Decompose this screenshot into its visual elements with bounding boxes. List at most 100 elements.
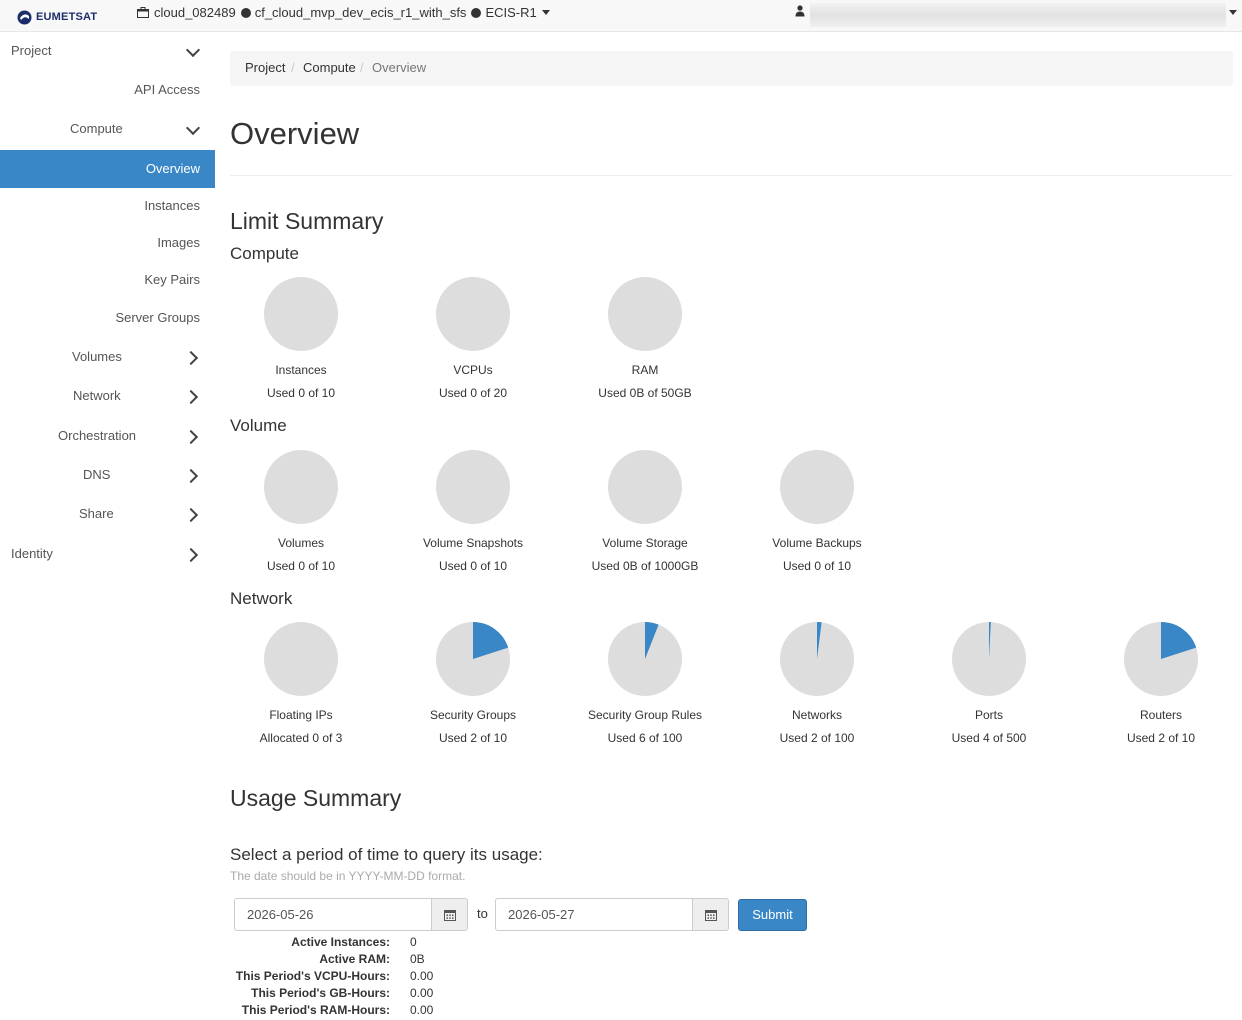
sidebar-item-volumes[interactable]: Volumes [0,338,215,376]
sidebar-item-identity[interactable]: Identity [0,535,215,573]
sidebar-item-instances[interactable]: Instances [0,187,215,225]
pie-label: Routers [1139,708,1183,722]
pie-background [264,622,338,696]
end-date-input[interactable] [495,898,692,931]
breadcrumb-separator: / [360,60,364,75]
pie-label: Volume Backups [772,536,862,550]
sidebar-item-label: Instances [144,198,200,213]
network-limits-heading: Network [230,589,293,608]
sidebar-item-share[interactable]: Share [0,495,215,533]
date-format-help: The date should be in YYYY-MM-DD format. [230,869,466,883]
pie-background [436,450,510,524]
stat-value: 0.00 [410,1003,434,1017]
page-title: Overview [230,116,360,151]
sidebar-item-label: Network [73,388,121,403]
project-context-dropdown[interactable]: cloud_082489 cf_cloud_mvp_dev_ecis_r1_wi… [137,5,550,20]
stat-row: Active Instances: 0 [230,935,630,952]
sidebar-item-network[interactable]: Network [0,377,215,415]
chevron-right-icon [183,507,199,523]
project-name: cf_cloud_mvp_dev_ecis_r1_with_sfs [254,5,467,20]
stat-value: 0.00 [410,986,434,1000]
user-menu[interactable] [795,5,805,17]
separator-dot-icon [240,7,251,18]
pie-ram: RAM Used 0B of 50GB [559,277,731,400]
redacted-username [810,3,1226,27]
stat-value: 0 [410,935,417,949]
sidebar-item-images[interactable]: Images [0,224,215,262]
pie-background [608,277,682,351]
sidebar-item-label: API Access [134,82,200,97]
pie-label: Volume Snapshots [422,536,524,550]
divider [230,175,1233,176]
breadcrumb-current: Overview [372,60,427,75]
pie-usage-text: Used 2 of 100 [779,731,855,745]
pie-chart [1124,622,1198,696]
brand-logo[interactable]: EUMETSAT [17,8,97,26]
separator-dot-icon [471,7,482,18]
pie-ports: Ports Used 4 of 500 [903,622,1075,745]
pie-chart [952,622,1026,696]
sidebar-item-label: Key Pairs [144,272,200,287]
sidebar-item-orchestration[interactable]: Orchestration [0,417,215,455]
pie-label: Security Group Rules [587,708,703,722]
pie-usage-text: Used 2 of 10 [1126,731,1196,745]
sidebar-item-label: Identity [11,546,53,561]
pie-usage-text: Used 4 of 500 [951,731,1027,745]
pie-volume-backups: Volume Backups Used 0 of 10 [731,450,903,573]
start-date-input[interactable] [234,898,431,931]
stat-row: This Period's VCPU-Hours: 0.00 [230,969,630,986]
pie-background [780,450,854,524]
stat-value: 0.00 [410,969,434,983]
pie-usage-text: Used 6 of 100 [607,731,683,745]
chevron-right-icon [183,547,199,563]
pie-volumes: Volumes Used 0 of 10 [215,450,387,573]
pie-label: Instances [275,363,327,377]
pie-usage-text: Allocated 0 of 3 [259,731,343,745]
end-date-group [495,898,729,931]
sidebar-item-key-pairs[interactable]: Key Pairs [0,261,215,299]
pie-label: Ports [974,708,1003,722]
pie-label: RAM [631,363,659,377]
pie-networks: Networks Used 2 of 100 [731,622,903,745]
pie-background [264,450,338,524]
chevron-right-icon [183,350,199,366]
brand-name: EUMETSAT [36,11,98,23]
stat-row: This Period's GB-Hours: 0.00 [230,986,630,1003]
sidebar-item-api-access[interactable]: API Access [0,71,215,109]
sidebar-item-dns[interactable]: DNS [0,456,215,494]
sidebar-item-label: Orchestration [58,428,137,443]
stat-value: 0B [410,952,425,966]
submit-button[interactable]: Submit [738,899,807,931]
calendar-icon [443,909,456,921]
pie-volume-storage: Volume Storage Used 0B of 1000GB [559,450,731,573]
sidebar-item-label: DNS [83,467,111,482]
pie-usage-text: Used 0B of 1000GB [591,559,699,573]
breadcrumb-compute-link[interactable]: Compute [303,60,356,75]
compute-limits-heading: Compute [230,244,299,263]
pie-usage-text: Used 2 of 10 [438,731,508,745]
start-date-calendar-button[interactable] [431,898,468,931]
sidebar-item-label: Volumes [72,349,122,364]
chevron-down-icon [185,42,201,58]
pie-label: Floating IPs [269,708,333,722]
pie-background [264,277,338,351]
breadcrumb-project-link[interactable]: Project [245,60,285,75]
sidebar-item-overview[interactable]: Overview [0,150,215,188]
pie-usage-text: Used 0 of 10 [266,559,336,573]
pie-security-groups: Security Groups Used 2 of 10 [387,622,559,745]
user-icon [795,5,805,17]
end-date-calendar-button[interactable] [692,898,729,931]
pie-vcpus: VCPUs Used 0 of 20 [387,277,559,400]
pie-instances: Instances Used 0 of 10 [215,277,387,400]
sidebar-item-server-groups[interactable]: Server Groups [0,299,215,337]
chevron-right-icon [183,429,199,445]
user-caret-down-icon[interactable] [1229,10,1237,15]
eumetsat-logo-icon [17,10,32,24]
usage-summary-heading: Usage Summary [230,785,402,811]
sidebar-item-compute[interactable]: Compute [0,110,215,148]
pie-background [436,277,510,351]
limit-summary-heading: Limit Summary [230,208,384,234]
sidebar-item-project[interactable]: Project [0,32,215,70]
briefcase-icon [137,7,149,18]
chevron-right-icon [183,468,199,484]
